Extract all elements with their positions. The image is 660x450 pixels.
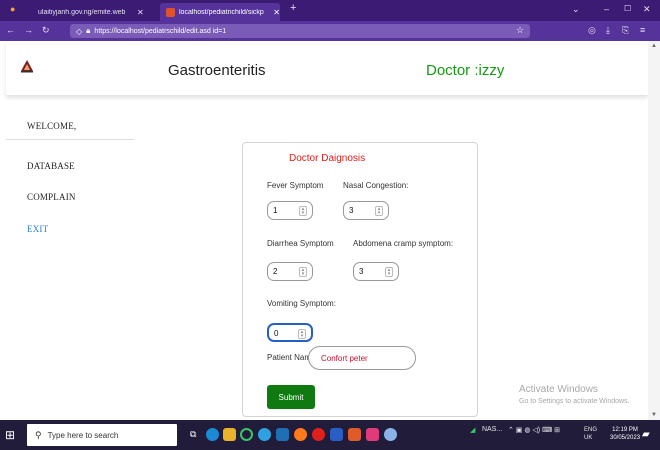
- vomiting-label: Vomiting Symptom:: [267, 299, 336, 308]
- abdomen-cramp-label: Abdomena cramp symptom:: [353, 239, 454, 248]
- task-view-icon[interactable]: ⧉: [190, 429, 203, 442]
- sidebar-item-complain[interactable]: COMPLAIN: [27, 192, 76, 202]
- clock-date: 30/05/2023: [610, 435, 641, 441]
- app-logo-icon: [21, 60, 33, 73]
- download-icon[interactable]: ⤓: [606, 25, 610, 36]
- url-text: https://localhost/pediatrschild/edit.asd…: [94, 27, 227, 35]
- diarrhea-value: 2: [273, 267, 278, 276]
- browser-tab-1[interactable]: ulaitiyjanh.gov.ng/emite.web ✕: [32, 3, 160, 21]
- store-icon[interactable]: [276, 428, 289, 441]
- submit-button[interactable]: Submit: [267, 385, 315, 409]
- windows-start-icon[interactable]: ⊞: [5, 428, 15, 442]
- page-title: Gastroenteritis: [168, 62, 266, 79]
- watermark-title: Activate Windows: [519, 384, 598, 395]
- notification-icon[interactable]: ▰: [642, 429, 650, 440]
- file-explorer-icon[interactable]: [223, 428, 236, 441]
- taskbar-search[interactable]: ⚲ Type here to search: [27, 424, 177, 446]
- search-placeholder: Type here to search: [47, 430, 119, 440]
- menu-icon[interactable]: ≡: [640, 25, 645, 35]
- app-pink-icon[interactable]: [366, 428, 379, 441]
- spinner-icon[interactable]: ▴ ▾: [299, 267, 307, 277]
- new-tab-button[interactable]: +: [290, 2, 296, 14]
- browser-tab-strip: ● ulaitiyjanh.gov.ng/emite.web ✕ localho…: [0, 0, 660, 21]
- firefox-icon[interactable]: [294, 428, 307, 441]
- taskbar-clock[interactable]: 12:19 PM 30/05/2023: [610, 426, 640, 442]
- edge-icon[interactable]: [206, 428, 219, 441]
- extensions-icon[interactable]: ⎘: [622, 25, 629, 36]
- fever-value: 1: [273, 206, 278, 215]
- tray-icons[interactable]: ⌃ ▣ ◍ ◁) ⌨ ⊞: [508, 426, 560, 434]
- nasal-congestion-label: Nasal Congestion:: [343, 181, 409, 190]
- diarrhea-input[interactable]: 2 ▴ ▾: [267, 262, 313, 281]
- tab-list-icon[interactable]: ⌄: [572, 4, 580, 15]
- shield-icon: ◇: [76, 26, 83, 36]
- diagnosis-card: Doctor Daignosis Fever Symptom Nasal Con…: [242, 142, 478, 417]
- fever-label: Fever Symptom: [267, 181, 324, 190]
- browser-nav-bar: ← → ↻ ◇ 🔒︎ https://localhost/pediatrschi…: [0, 21, 660, 41]
- sidebar-item-exit[interactable]: EXIT: [27, 224, 48, 234]
- maximize-icon[interactable]: ☐: [624, 4, 631, 13]
- minimize-icon[interactable]: –: [604, 4, 609, 14]
- spinner-icon[interactable]: ▴ ▾: [298, 329, 306, 339]
- abdomen-cramp-input[interactable]: 3 ▴ ▾: [353, 262, 399, 281]
- vomiting-value: 0: [274, 329, 279, 338]
- search-icon: ⚲: [35, 429, 42, 440]
- doctor-name: Doctor :izzy: [426, 62, 505, 79]
- patient-name-value: Confort peter: [321, 354, 368, 363]
- browser-tab-2[interactable]: localhost/pediatrichild/sickp ✕: [160, 3, 280, 21]
- abdomen-cramp-value: 3: [359, 267, 364, 276]
- tab-title: ulaitiyjanh.gov.ng/emite.web: [38, 8, 126, 16]
- app-blue-icon[interactable]: [384, 428, 397, 441]
- vomiting-input[interactable]: 0 ▴ ▾: [267, 323, 313, 342]
- region-code: UK: [584, 435, 593, 441]
- lock-icon: 🔒︎: [86, 26, 91, 35]
- back-arrow-icon[interactable]: ←: [6, 25, 15, 35]
- watermark-subtitle: Go to Settings to activate Windows.: [519, 398, 630, 405]
- tab-title: localhost/pediatrichild/sickp: [179, 8, 264, 16]
- lang-code: ENG: [584, 427, 598, 433]
- spinner-icon[interactable]: ▴ ▾: [385, 267, 393, 277]
- reload-icon[interactable]: ↻: [42, 25, 50, 36]
- network-icon[interactable]: ◢: [470, 426, 475, 434]
- card-title: Doctor Daignosis: [289, 153, 366, 164]
- firefox-view-icon[interactable]: ●: [10, 4, 15, 14]
- windows-taskbar: ⊞ ⚲ Type here to search ⧉ ◢ NAS... ⌃ ▣ ◍…: [0, 420, 660, 450]
- tab-close-icon[interactable]: ✕: [273, 8, 280, 17]
- close-window-icon[interactable]: ✕: [643, 4, 651, 15]
- welcome-label: WELCOME,: [27, 121, 77, 131]
- sidebar-item-database[interactable]: DATABASE: [27, 161, 75, 171]
- spinner-icon[interactable]: ▴ ▾: [375, 206, 383, 216]
- language-indicator[interactable]: ENG UK: [584, 426, 597, 442]
- tab-close-icon[interactable]: ✕: [137, 8, 144, 17]
- opera-icon[interactable]: [312, 428, 325, 441]
- sidebar-divider: [6, 139, 134, 140]
- scroll-up-icon[interactable]: ▲: [651, 43, 657, 49]
- page-scrollbar[interactable]: ▲ ▼: [648, 41, 660, 420]
- patient-name-input[interactable]: Confort peter: [308, 346, 416, 370]
- app-icon[interactable]: [258, 428, 271, 441]
- bookmark-star-icon[interactable]: ☆: [516, 25, 524, 36]
- spinner-icon[interactable]: ▴ ▾: [299, 206, 307, 216]
- page-header: Gastroenteritis Doctor :izzy: [6, 41, 648, 95]
- scroll-down-icon[interactable]: ▼: [651, 412, 657, 418]
- diarrhea-label: Diarrhea Symptom: [267, 239, 334, 248]
- nasal-congestion-input[interactable]: 3 ▴ ▾: [343, 201, 389, 220]
- forward-arrow-icon[interactable]: →: [24, 25, 33, 35]
- address-bar[interactable]: ◇ 🔒︎ https://localhost/pediatrschild/edi…: [70, 24, 530, 38]
- pocket-icon[interactable]: ◎: [588, 25, 596, 36]
- tray-label[interactable]: NAS...: [482, 426, 502, 433]
- fever-input[interactable]: 1 ▴ ▾: [267, 201, 313, 220]
- activate-windows-watermark: Activate Windows Go to Settings to activ…: [519, 384, 630, 405]
- nasal-congestion-value: 3: [349, 206, 354, 215]
- clock-time: 12:19 PM: [612, 427, 638, 433]
- chrome-icon[interactable]: [240, 428, 253, 441]
- web-page: Gastroenteritis Doctor :izzy WELCOME, DA…: [6, 41, 648, 420]
- tab-favicon-icon: [166, 7, 175, 17]
- word-icon[interactable]: [330, 428, 343, 441]
- powerpoint-icon[interactable]: [348, 428, 361, 441]
